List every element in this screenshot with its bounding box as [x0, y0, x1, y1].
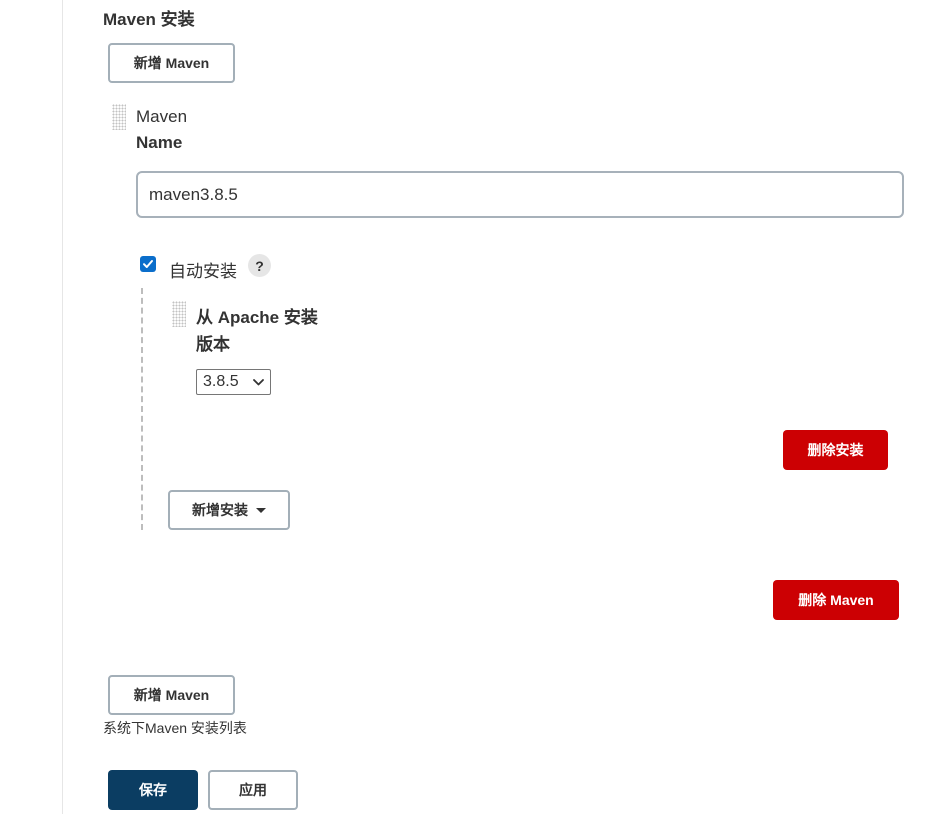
caret-down-icon — [256, 507, 266, 513]
name-input[interactable] — [136, 171, 904, 218]
add-installer-button[interactable]: 新增安装 — [168, 490, 290, 530]
section-title: Maven 安装 — [103, 10, 195, 29]
maven-item-header: Maven — [136, 107, 188, 126]
apply-button[interactable]: 应用 — [208, 770, 298, 810]
version-select[interactable]: 3.8.5 — [196, 369, 271, 395]
installer-title: 从 Apache 安装 — [196, 308, 318, 327]
question-icon[interactable]: ? — [248, 254, 271, 277]
add-installer-label: 新增安装 — [192, 502, 248, 518]
auto-install-label: 自动安装 — [169, 262, 237, 281]
auto-install-checkbox[interactable] — [140, 256, 156, 272]
section-description: 系统下Maven 安装列表 — [103, 720, 247, 736]
delete-maven-button[interactable]: 删除 Maven — [773, 580, 899, 620]
add-maven-button-bottom[interactable]: 新增 Maven — [108, 675, 235, 715]
add-maven-button-top[interactable]: 新增 Maven — [108, 43, 235, 83]
left-divider — [62, 0, 63, 814]
version-select-value: 3.8.5 — [203, 373, 239, 390]
installer-drag-handle-icon[interactable] — [172, 301, 186, 327]
delete-installer-button[interactable]: 删除安装 — [783, 430, 888, 470]
save-button[interactable]: 保存 — [108, 770, 198, 810]
version-label: 版本 — [196, 335, 230, 354]
name-label: Name — [136, 133, 183, 152]
checkmark-icon — [143, 260, 153, 268]
drag-handle-icon[interactable] — [112, 104, 126, 130]
chevron-down-icon — [253, 378, 264, 385]
installer-nesting-line — [141, 288, 143, 530]
